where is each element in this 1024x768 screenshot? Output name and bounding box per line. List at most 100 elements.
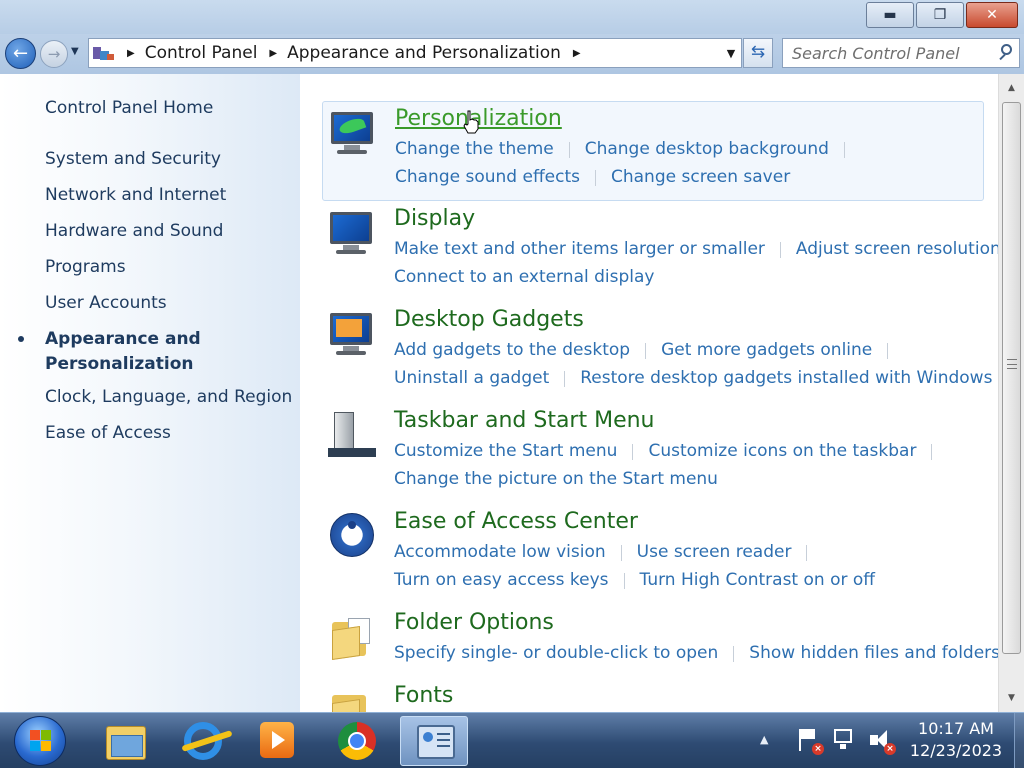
sidebar-item-clock-language-region[interactable]: Clock, Language, and Region <box>45 385 292 409</box>
address-dropdown-button[interactable]: ▼ <box>721 47 741 60</box>
search-icon[interactable] <box>995 41 1019 65</box>
link-customize-taskbar-icons[interactable]: Customize icons on the taskbar <box>648 441 916 461</box>
volume-muted-icon[interactable]: × <box>868 727 896 755</box>
category-links-row: Accommodate low vision Use screen reader <box>394 542 822 562</box>
link-accommodate-low-vision[interactable]: Accommodate low vision <box>394 542 606 562</box>
display-icon[interactable] <box>328 208 376 256</box>
show-desktop-button[interactable] <box>1014 713 1024 768</box>
link-show-hidden-files[interactable]: Show hidden files and folders <box>749 643 998 663</box>
link-separator <box>779 242 781 258</box>
link-change-desktop-background[interactable]: Change desktop background <box>585 139 829 159</box>
windows-explorer-icon <box>106 722 146 760</box>
breadcrumb-appearance[interactable]: Appearance and Personalization <box>287 43 561 63</box>
taskbar-item-chrome[interactable] <box>322 716 390 766</box>
link-change-theme[interactable]: Change the theme <box>395 139 554 159</box>
link-get-more-gadgets[interactable]: Get more gadgets online <box>661 340 872 360</box>
category-ease-of-access-center[interactable]: Ease of Access Center Accommodate low vi… <box>322 505 984 605</box>
link-make-text-larger[interactable]: Make text and other items larger or smal… <box>394 239 765 259</box>
category-title-ease-of-access[interactable]: Ease of Access Center <box>394 509 638 534</box>
link-separator <box>564 371 566 387</box>
system-clock[interactable]: 10:17 AM 12/23/2023 <box>904 718 1008 762</box>
link-single-double-click[interactable]: Specify single- or double-click to open <box>394 643 718 663</box>
close-button[interactable]: ✕ <box>966 2 1018 28</box>
sidebar-item-user-accounts[interactable]: User Accounts <box>45 291 167 315</box>
personalization-icon[interactable] <box>329 108 377 156</box>
taskbar-item-internet-explorer[interactable] <box>168 716 236 766</box>
link-separator <box>645 343 647 359</box>
address-bar[interactable]: ▶ Control Panel ▶ Appearance and Persona… <box>88 38 742 68</box>
vertical-scrollbar[interactable]: ▲ ▼ <box>998 74 1024 712</box>
clock-time: 10:17 AM <box>918 719 994 738</box>
link-add-gadgets[interactable]: Add gadgets to the desktop <box>394 340 630 360</box>
category-title-desktop-gadgets[interactable]: Desktop Gadgets <box>394 307 584 332</box>
link-separator <box>887 343 889 359</box>
category-title-folder-options[interactable]: Folder Options <box>394 610 554 635</box>
breadcrumb-separator[interactable]: ▶ <box>573 48 581 59</box>
forward-button[interactable]: → <box>40 40 68 68</box>
minimize-button[interactable]: ▬ <box>866 2 914 28</box>
start-button[interactable] <box>14 716 66 766</box>
ease-of-access-icon[interactable] <box>328 511 376 559</box>
taskbar-icon[interactable] <box>328 410 376 458</box>
network-icon[interactable] <box>832 727 858 753</box>
taskbar-item-explorer[interactable] <box>90 716 158 766</box>
link-change-start-picture[interactable]: Change the picture on the Start menu <box>394 469 718 489</box>
category-links-row: Change the theme Change desktop backgrou… <box>395 139 860 159</box>
scroll-thumb[interactable] <box>1002 102 1021 654</box>
category-links-row: Add gadgets to the desktop Get more gadg… <box>394 340 903 360</box>
link-connect-external-display[interactable]: Connect to an external display <box>394 267 654 287</box>
category-display[interactable]: Display Make text and other items larger… <box>322 202 998 302</box>
category-title-display[interactable]: Display <box>394 206 475 231</box>
sidebar-item-network-and-internet[interactable]: Network and Internet <box>45 183 226 207</box>
category-desktop-gadgets[interactable]: Desktop Gadgets Add gadgets to the deskt… <box>322 303 992 403</box>
taskbar-item-media-player[interactable] <box>244 716 312 766</box>
link-adjust-screen-resolution[interactable]: Adjust screen resolution <box>796 239 998 259</box>
sidebar-item-programs[interactable]: Programs <box>45 255 126 279</box>
link-easy-access-keys[interactable]: Turn on easy access keys <box>394 570 609 590</box>
fonts-icon[interactable] <box>328 685 376 712</box>
back-button[interactable]: ← <box>5 38 36 69</box>
folder-options-icon[interactable] <box>328 612 376 660</box>
windows-media-player-icon <box>260 722 298 760</box>
maximize-button[interactable]: ❐ <box>916 2 964 28</box>
action-center-flag-icon[interactable]: × <box>796 727 824 755</box>
refresh-button[interactable]: ⇆ <box>743 38 773 68</box>
sidebar-item-control-panel-home[interactable]: Control Panel Home <box>45 96 213 120</box>
window-controls: ▬ ❐ ✕ <box>866 2 1018 28</box>
breadcrumb-separator[interactable]: ▶ <box>269 48 277 59</box>
breadcrumb-control-panel[interactable]: Control Panel <box>145 43 258 63</box>
breadcrumb-separator[interactable]: ▶ <box>127 48 135 59</box>
link-separator <box>806 545 808 561</box>
link-customize-start-menu[interactable]: Customize the Start menu <box>394 441 617 461</box>
category-list: Personalization Change the theme Change … <box>300 74 998 712</box>
hand-cursor-icon <box>463 110 479 134</box>
link-change-screen-saver[interactable]: Change screen saver <box>611 167 790 187</box>
category-personalization[interactable]: Personalization Change the theme Change … <box>322 101 984 201</box>
show-hidden-icons-button[interactable]: ▲ <box>760 733 768 746</box>
recent-pages-dropdown[interactable]: ▼ <box>71 46 79 57</box>
desktop-gadgets-icon[interactable] <box>328 309 376 357</box>
link-separator <box>931 444 933 460</box>
sidebar-item-ease-of-access[interactable]: Ease of Access <box>45 421 171 445</box>
taskbar-item-control-panel[interactable] <box>400 716 468 766</box>
taskbar: ▲ × × 10:17 AM 12/23/2023 <box>0 712 1024 768</box>
link-use-screen-reader[interactable]: Use screen reader <box>637 542 792 562</box>
category-links-row: Change sound effects Change screen saver <box>395 167 790 187</box>
scroll-up-button[interactable]: ▲ <box>999 76 1024 100</box>
link-change-sound-effects[interactable]: Change sound effects <box>395 167 580 187</box>
category-fonts[interactable]: Fonts <box>322 679 984 712</box>
category-taskbar-start-menu[interactable]: Taskbar and Start Menu Customize the Sta… <box>322 404 984 504</box>
link-uninstall-gadget[interactable]: Uninstall a gadget <box>394 368 549 388</box>
link-restore-gadgets[interactable]: Restore desktop gadgets installed with W… <box>580 368 992 388</box>
category-links-row: Make text and other items larger or smal… <box>394 239 998 259</box>
link-high-contrast[interactable]: Turn High Contrast on or off <box>640 570 875 590</box>
category-title-taskbar[interactable]: Taskbar and Start Menu <box>394 408 655 433</box>
sidebar-item-system-and-security[interactable]: System and Security <box>45 147 221 171</box>
sidebar-item-hardware-and-sound[interactable]: Hardware and Sound <box>45 219 223 243</box>
category-links-row: Turn on easy access keys Turn High Contr… <box>394 570 875 590</box>
control-panel-icon <box>93 45 115 61</box>
scroll-down-button[interactable]: ▼ <box>999 686 1024 710</box>
windows-logo-icon <box>30 730 52 752</box>
category-title-fonts[interactable]: Fonts <box>394 683 453 708</box>
search-input[interactable]: Search Control Panel <box>782 38 1020 68</box>
